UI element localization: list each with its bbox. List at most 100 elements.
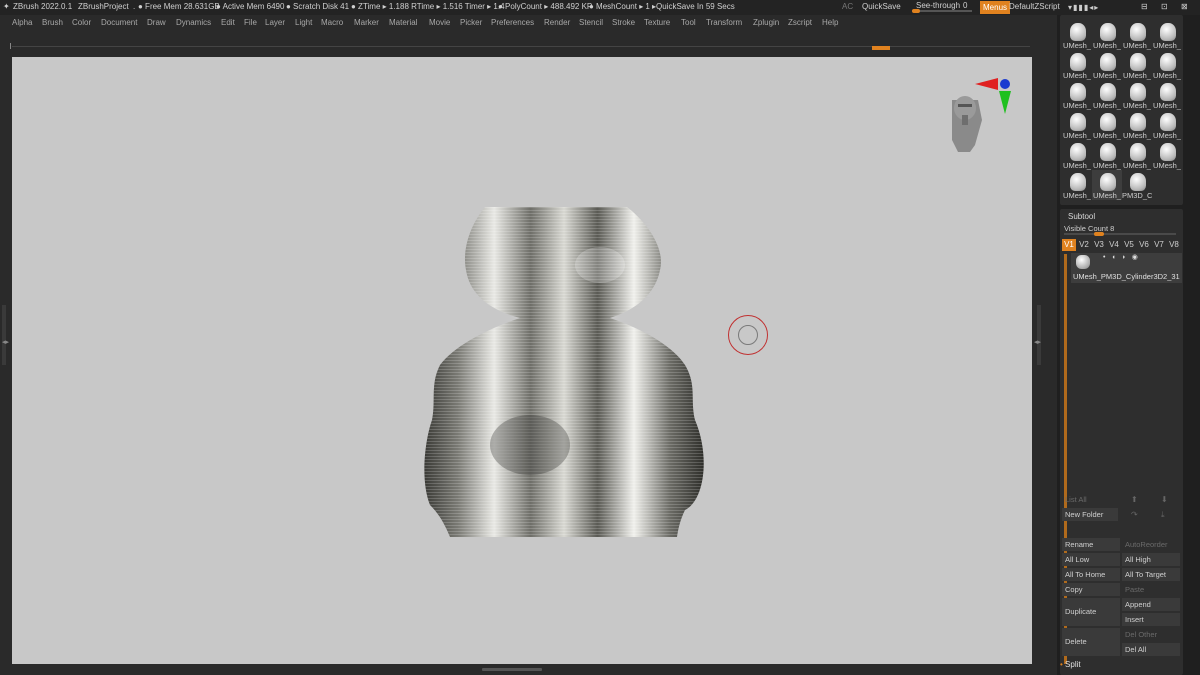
tab-v5[interactable]: V5 xyxy=(1122,239,1136,251)
duplicate-button[interactable]: Duplicate xyxy=(1062,598,1120,626)
left-tray-handle[interactable] xyxy=(2,305,6,365)
copy-button[interactable]: Copy xyxy=(1062,583,1120,596)
vase-model[interactable] xyxy=(424,207,704,537)
right-tray-handle[interactable] xyxy=(1037,305,1041,365)
tab-v1[interactable]: V1 xyxy=(1062,239,1076,251)
mesh-preview-icon xyxy=(1070,83,1086,101)
all-low-button[interactable]: All Low xyxy=(1062,553,1120,566)
move-up-icon[interactable]: ⬆ xyxy=(1131,495,1138,504)
visible-count-slider-handle[interactable] xyxy=(1094,232,1104,236)
library-tool-label: UMesh_ xyxy=(1123,71,1151,80)
library-tool-label: UMesh_ xyxy=(1063,191,1091,200)
library-tool-thumbnail[interactable]: UMesh_ xyxy=(1122,80,1152,110)
subtool-thumbnail xyxy=(1076,255,1090,269)
library-tool-label: UMesh_ xyxy=(1093,101,1121,110)
library-tool-label: UMesh_ xyxy=(1093,131,1121,140)
subtool-item-icons[interactable]: • ◖ ◗ ◉ xyxy=(1103,253,1140,261)
tab-v7[interactable]: V7 xyxy=(1152,239,1166,251)
library-tool-thumbnail[interactable]: UMesh_ xyxy=(1092,80,1122,110)
gyro-navigator[interactable] xyxy=(952,78,1011,152)
mesh-preview-icon xyxy=(1160,83,1176,101)
visible-count-value: 8 xyxy=(1110,224,1115,233)
library-tool-thumbnail[interactable]: UMesh_ xyxy=(1062,170,1092,200)
library-tool-thumbnail[interactable]: UMesh_ xyxy=(1092,110,1122,140)
library-tool-label: UMesh_ xyxy=(1063,161,1091,170)
mesh-preview-icon xyxy=(1160,23,1176,41)
library-tool-thumbnail[interactable]: UMesh_ xyxy=(1152,80,1182,110)
visible-count-slider[interactable] xyxy=(1064,233,1176,235)
mesh-preview-icon xyxy=(1100,53,1116,71)
delete-button[interactable]: Delete xyxy=(1062,628,1120,656)
all-to-home-button[interactable]: All To Home xyxy=(1062,568,1120,581)
tab-v3[interactable]: V3 xyxy=(1092,239,1106,251)
library-tool-thumbnail[interactable]: UMesh_ xyxy=(1092,20,1122,50)
library-tool-thumbnail[interactable]: UMesh_ xyxy=(1152,20,1182,50)
mesh-preview-icon xyxy=(1130,173,1146,191)
library-tool-label: UMesh_ xyxy=(1153,131,1181,140)
paste-button[interactable]: Paste xyxy=(1122,583,1180,596)
library-tool-label: UMesh_ xyxy=(1093,71,1121,80)
bottom-tray-handle[interactable] xyxy=(482,668,542,671)
library-tool-thumbnail[interactable]: UMesh_ xyxy=(1122,110,1152,140)
mesh-preview-icon xyxy=(1130,113,1146,131)
visible-count-label: Visible Count 8 xyxy=(1064,224,1115,233)
mesh-preview-icon xyxy=(1160,113,1176,131)
library-tool-thumbnail[interactable]: UMesh_ xyxy=(1152,140,1182,170)
library-tool-thumbnail[interactable]: UMesh_ xyxy=(1062,20,1092,50)
mesh-preview-icon xyxy=(1070,53,1086,71)
library-tool-thumbnail[interactable]: UMesh_ xyxy=(1122,140,1152,170)
right-tray-arrow-icon[interactable]: ◂▸ xyxy=(1034,338,1041,346)
library-tool-thumbnail[interactable]: UMesh_ xyxy=(1092,140,1122,170)
library-tool-thumbnail[interactable]: UMesh_ xyxy=(1092,170,1122,200)
insert-button[interactable]: Insert xyxy=(1122,613,1180,626)
all-to-target-button[interactable]: All To Target xyxy=(1122,568,1180,581)
mesh-preview-icon xyxy=(1100,113,1116,131)
tab-v6[interactable]: V6 xyxy=(1137,239,1151,251)
mesh-preview-icon xyxy=(1070,173,1086,191)
library-tool-label: UMesh_ xyxy=(1153,71,1181,80)
append-button[interactable]: Append xyxy=(1122,598,1180,611)
library-tool-thumbnail[interactable]: UMesh_ xyxy=(1062,140,1092,170)
library-tool-label: UMesh_ xyxy=(1063,41,1091,50)
left-tray-arrow-icon[interactable]: ◂▸ xyxy=(2,338,9,346)
subtool-title[interactable]: Subtool xyxy=(1068,212,1095,221)
tab-v8[interactable]: V8 xyxy=(1167,239,1181,251)
library-tool-label: UMesh_ xyxy=(1123,131,1151,140)
all-high-button[interactable]: All High xyxy=(1122,553,1180,566)
mesh-preview-icon xyxy=(1100,23,1116,41)
split-dot-icon: • xyxy=(1060,660,1063,669)
library-tool-label: UMesh_ xyxy=(1093,41,1121,50)
mesh-preview-icon xyxy=(1100,143,1116,161)
mesh-preview-icon xyxy=(1160,53,1176,71)
redo-arrow-icon[interactable]: ↷ xyxy=(1131,510,1138,519)
new-folder-button[interactable]: New Folder xyxy=(1062,508,1118,521)
tab-v4[interactable]: V4 xyxy=(1107,239,1121,251)
rename-button[interactable]: Rename xyxy=(1062,538,1120,551)
mesh-preview-icon xyxy=(1130,53,1146,71)
del-other-button[interactable]: Del Other xyxy=(1122,628,1180,641)
library-tool-thumbnail[interactable]: UMesh_ xyxy=(1062,80,1092,110)
move-bottom-icon[interactable]: ⤓ xyxy=(1161,510,1165,520)
library-tool-thumbnail[interactable]: UMesh_ xyxy=(1062,50,1092,80)
tool-library: UMesh_ UMesh_ UMesh_ UMesh_ UMesh_ UMesh_ UMes… xyxy=(1060,15,1183,205)
library-tool-label: UMesh_ xyxy=(1153,41,1181,50)
move-down-icon[interactable]: ⬇ xyxy=(1161,495,1168,504)
library-tool-label: UMesh_ xyxy=(1123,101,1151,110)
del-all-button[interactable]: Del All xyxy=(1122,643,1180,656)
split-section[interactable]: • Split xyxy=(1060,660,1081,669)
library-tool-thumbnail[interactable]: UMesh_ xyxy=(1092,50,1122,80)
tab-v2[interactable]: V2 xyxy=(1077,239,1091,251)
mesh-preview-icon xyxy=(1070,143,1086,161)
library-tool-thumbnail[interactable]: UMesh_ xyxy=(1122,50,1152,80)
library-tool-thumbnail[interactable]: UMesh_ xyxy=(1152,50,1182,80)
mesh-preview-icon xyxy=(1070,113,1086,131)
library-tool-thumbnail[interactable]: UMesh_ xyxy=(1062,110,1092,140)
list-all-button[interactable]: List All xyxy=(1062,493,1118,506)
subtool-item-name: UMesh_PM3D_Cylinder3D2_31 xyxy=(1073,272,1180,281)
mesh-preview-icon xyxy=(1100,83,1116,101)
library-tool-thumbnail[interactable]: UMesh_ xyxy=(1152,110,1182,140)
library-tool-thumbnail[interactable]: PM3D_C xyxy=(1122,170,1152,200)
library-tool-label: UMesh_ xyxy=(1063,71,1091,80)
library-tool-thumbnail[interactable]: UMesh_ xyxy=(1122,20,1152,50)
auto-reorder-button[interactable]: AutoReorder xyxy=(1122,538,1180,551)
